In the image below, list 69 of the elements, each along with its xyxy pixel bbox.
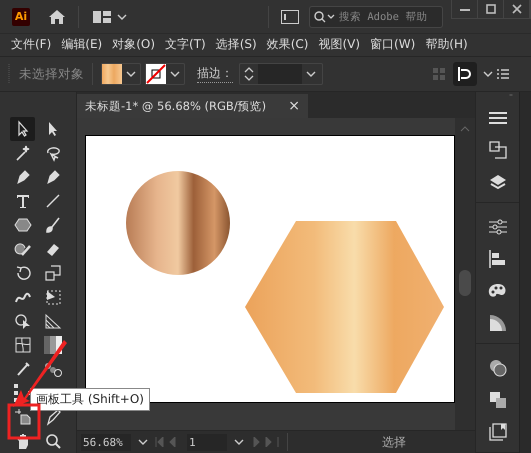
artboard-field[interactable]: 1 (187, 434, 227, 450)
maximize-icon (486, 4, 496, 14)
chevron-icon (170, 71, 180, 77)
menu-item[interactable]: 文字(T) (162, 36, 209, 52)
align-left-icon (488, 250, 506, 268)
layout-icon (93, 10, 111, 22)
chevron-icon (126, 71, 136, 77)
no-stroke-icon (146, 64, 166, 84)
app-logo: Ai (12, 8, 30, 26)
hexagon-icon (14, 216, 32, 234)
artboards-icon (488, 141, 506, 159)
tab-close-button[interactable]: × (288, 98, 300, 114)
wand-icon (14, 144, 32, 162)
current-tool-label: 选择 (382, 434, 406, 450)
zoom-icon (44, 432, 62, 450)
overlapping-circles-icon (488, 359, 506, 377)
chevron-icon (138, 439, 148, 445)
list-icon (497, 69, 509, 79)
book-icon (488, 423, 506, 441)
artboard-icon (14, 408, 32, 426)
menu-item[interactable]: 选择(S) (212, 36, 260, 52)
tooltip: 画板工具 (Shift+O) (30, 388, 150, 411)
sliders-icon (488, 219, 506, 235)
menu-item[interactable]: 编辑(E) (58, 36, 106, 52)
gradient-swatch-icon (102, 64, 122, 84)
stroke-swatch[interactable] (145, 63, 185, 85)
shape-builder-icon (14, 312, 32, 330)
selection-tool[interactable] (10, 117, 35, 141)
scroll-thumb[interactable] (459, 270, 471, 296)
menu-item[interactable]: 视图(V) (315, 36, 364, 52)
stroke-label: 描边： (197, 65, 233, 83)
align-button[interactable] (453, 62, 477, 86)
search-box[interactable]: 搜索 Adobe 帮助 (309, 6, 443, 28)
highlight-box (8, 404, 40, 440)
chevron-icon (306, 71, 316, 77)
gradient-icon (44, 336, 62, 354)
brush-icon (44, 216, 62, 234)
selection-status: 未选择对象 (19, 66, 84, 82)
panel-icon (281, 10, 299, 24)
fill-swatch[interactable] (101, 63, 141, 85)
menu-item[interactable]: 窗口(W) (367, 36, 418, 52)
search-icon (314, 10, 336, 22)
vertical-scrollbar[interactable] (455, 118, 475, 430)
menu-item[interactable]: 帮助(H) (422, 36, 471, 52)
home-icon (48, 8, 66, 24)
fan-icon (488, 314, 506, 332)
transform-icon (44, 288, 62, 306)
align-icon (458, 67, 472, 81)
close-icon (512, 4, 522, 14)
chevron-icon (483, 71, 493, 77)
grid-icon (433, 68, 445, 80)
pathfinder-icon (488, 391, 506, 409)
zoom-field[interactable]: 56.68% (81, 434, 131, 450)
stroke-weight-field[interactable] (239, 63, 323, 85)
document-tab[interactable]: 未标题-1* @ 56.68% (RGB/预览) × (77, 94, 308, 118)
chevron-icon (117, 14, 127, 20)
menu-item[interactable]: 效果(C) (264, 36, 312, 52)
grip-icon (8, 64, 11, 84)
menu-item[interactable]: 对象(O) (109, 36, 158, 52)
mesh-icon (14, 336, 32, 354)
stepper-icon (244, 66, 254, 82)
menu-item[interactable]: 文件(F) (8, 36, 54, 52)
scale-icon (44, 264, 62, 282)
layers-icon (488, 173, 506, 191)
search-field[interactable]: 搜索 Adobe 帮助 (339, 10, 439, 22)
chevron-icon (234, 439, 244, 445)
menu-icon (488, 111, 506, 125)
grid-icon (44, 312, 62, 330)
palette-icon (488, 283, 508, 299)
